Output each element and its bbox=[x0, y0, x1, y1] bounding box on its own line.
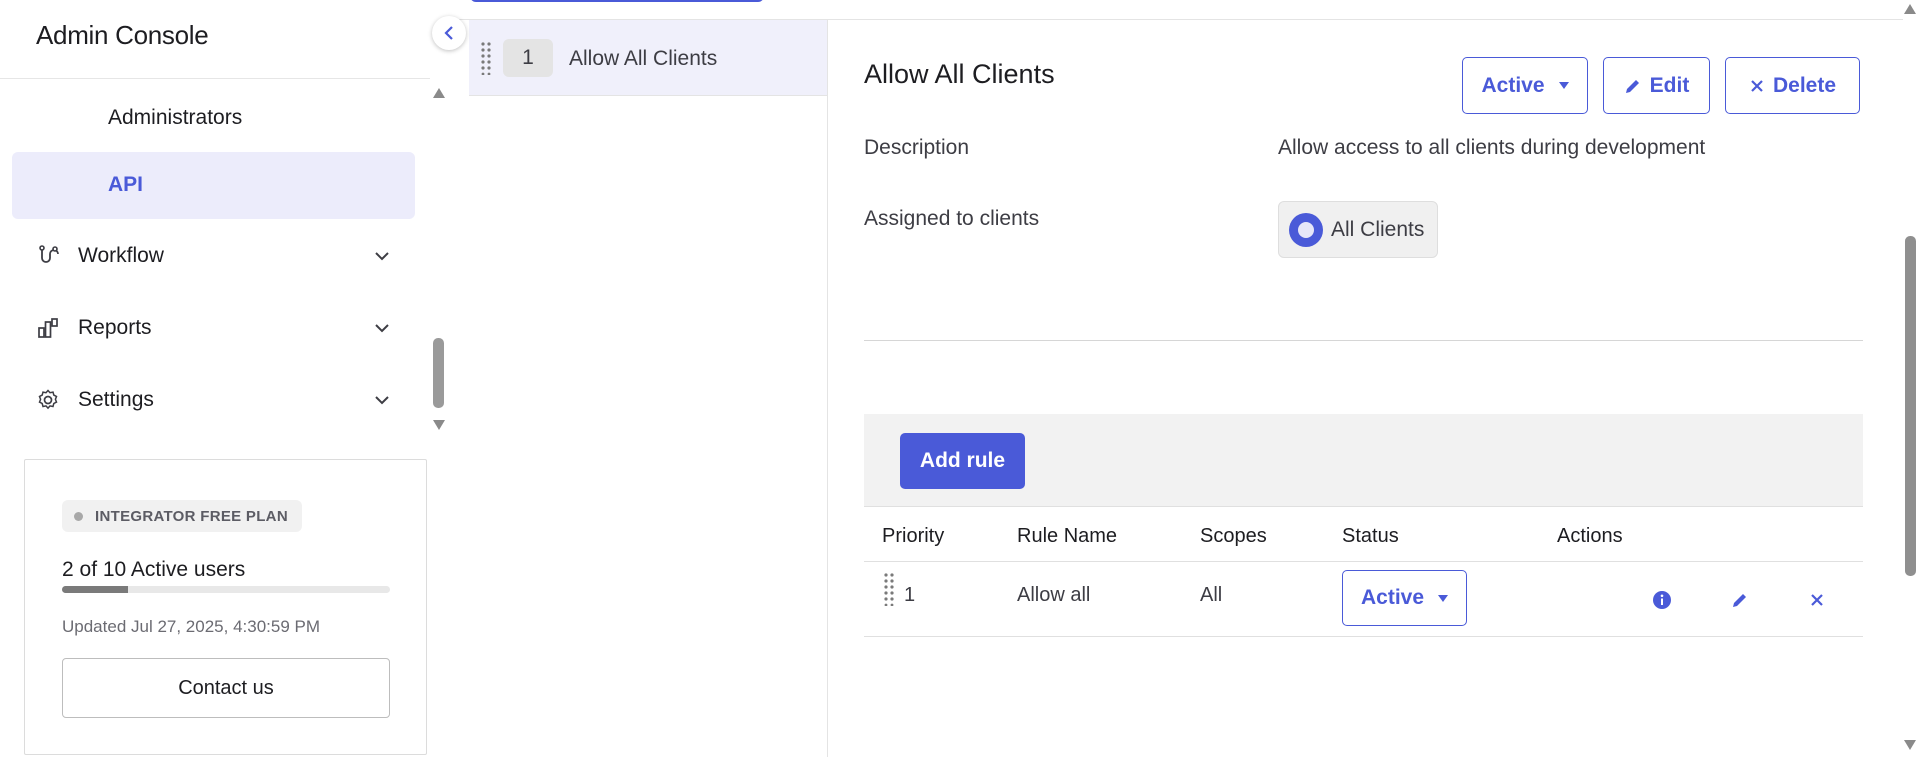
rule-priority: 1 bbox=[904, 584, 916, 606]
edit-label: Edit bbox=[1649, 73, 1690, 97]
sidebar-item-settings[interactable]: Settings bbox=[34, 380, 394, 420]
table-row: 1 Allow all All Active bbox=[864, 562, 1863, 637]
main-scrollbar-thumb[interactable] bbox=[1905, 236, 1916, 576]
sidebar-item-label: Reports bbox=[78, 316, 152, 339]
sidebar: Admin Console Administrators API Workflo… bbox=[0, 0, 451, 757]
sidebar-item-label: Settings bbox=[78, 388, 154, 411]
sidebar-scrollbar-thumb[interactable] bbox=[433, 338, 444, 408]
page-title: Allow All Clients bbox=[864, 59, 1055, 89]
caret-down-icon bbox=[1438, 594, 1449, 602]
policy-priority-badge: 1 bbox=[503, 39, 553, 77]
updated-timestamp: Updated Jul 27, 2025, 4:30:59 PM bbox=[62, 617, 321, 636]
scroll-down-arrow-icon[interactable] bbox=[432, 418, 446, 430]
column-header-priority[interactable]: Priority bbox=[882, 525, 944, 548]
rules-table-header: Priority Rule Name Scopes Status Actions bbox=[864, 506, 1863, 562]
sidebar-divider bbox=[0, 78, 430, 79]
delete-label: Delete bbox=[1772, 73, 1837, 97]
delete-button[interactable]: Delete bbox=[1725, 57, 1860, 114]
rule-name: Allow all bbox=[1017, 584, 1091, 606]
sidebar-item-reports[interactable]: Reports bbox=[34, 308, 394, 348]
status-dropdown-label: Active bbox=[1481, 73, 1545, 97]
close-icon bbox=[1749, 78, 1765, 94]
policy-list: 1 Allow All Clients bbox=[469, 20, 828, 757]
sidebar-item-label: API bbox=[108, 173, 144, 196]
drag-handle-icon[interactable] bbox=[882, 572, 896, 606]
sidebar-item-administrators[interactable]: Administrators bbox=[108, 106, 242, 130]
info-icon[interactable] bbox=[1648, 586, 1676, 614]
close-icon[interactable] bbox=[1803, 586, 1831, 614]
rule-status-dropdown[interactable]: Active bbox=[1342, 570, 1467, 626]
rule-scopes: All bbox=[1200, 584, 1223, 606]
chevron-down-icon[interactable] bbox=[370, 388, 394, 412]
policy-name: Allow All Clients bbox=[569, 47, 718, 70]
chevron-down-icon[interactable] bbox=[370, 316, 394, 340]
plan-badge: INTEGRATOR FREE PLAN bbox=[62, 500, 302, 532]
plan-badge-label: INTEGRATOR FREE PLAN bbox=[95, 507, 288, 525]
section-divider bbox=[864, 340, 1863, 341]
column-header-status[interactable]: Status bbox=[1342, 525, 1399, 548]
collapse-sidebar-button[interactable] bbox=[432, 16, 466, 50]
caret-down-icon bbox=[1558, 82, 1569, 89]
users-progress-fill bbox=[62, 586, 128, 593]
main-content: 1 Allow All Clients Allow All Clients Ac… bbox=[451, 0, 1918, 757]
reports-icon bbox=[34, 314, 62, 342]
scroll-up-arrow-icon[interactable] bbox=[432, 86, 446, 98]
column-header-rule-name[interactable]: Rule Name bbox=[1017, 525, 1117, 548]
sidebar-item-workflow[interactable]: Workflow bbox=[34, 236, 394, 276]
scroll-down-arrow-icon[interactable] bbox=[1903, 738, 1917, 750]
gear-icon bbox=[34, 386, 62, 414]
pencil-icon bbox=[1624, 77, 1642, 95]
top-button-fragment bbox=[470, 0, 764, 2]
rule-status-label: Active bbox=[1360, 586, 1425, 609]
drag-handle-icon[interactable] bbox=[479, 41, 493, 75]
rules-toolbar: Add rule bbox=[864, 414, 1863, 506]
add-rule-button[interactable]: Add rule bbox=[900, 433, 1025, 489]
sidebar-item-label: Workflow bbox=[78, 244, 164, 267]
chevron-down-icon[interactable] bbox=[370, 244, 394, 268]
contact-us-button[interactable]: Contact us bbox=[62, 658, 390, 718]
plan-card: INTEGRATOR FREE PLAN 2 of 10 Active user… bbox=[24, 459, 427, 755]
column-header-scopes[interactable]: Scopes bbox=[1200, 525, 1267, 548]
chevron-left-icon bbox=[443, 25, 455, 41]
client-chip: All Clients bbox=[1278, 201, 1438, 258]
column-header-actions: Actions bbox=[1557, 525, 1623, 547]
workflow-icon bbox=[34, 242, 62, 270]
active-users-count: 2 of 10 Active users bbox=[62, 558, 246, 581]
scroll-up-arrow-icon[interactable] bbox=[1903, 2, 1917, 14]
client-chip-label: All Clients bbox=[1331, 217, 1425, 241]
sidebar-item-api[interactable]: API bbox=[12, 152, 415, 219]
description-value: Allow access to all clients during devel… bbox=[1278, 136, 1706, 159]
description-label: Description bbox=[864, 136, 970, 159]
status-dot-icon bbox=[74, 511, 83, 521]
edit-button[interactable]: Edit bbox=[1603, 57, 1710, 114]
status-dropdown-button[interactable]: Active bbox=[1462, 57, 1588, 114]
policy-detail: Allow All Clients Active Edit Delete Des… bbox=[863, 20, 1863, 757]
assigned-clients-label: Assigned to clients bbox=[864, 207, 1040, 230]
radio-selected-icon bbox=[1289, 212, 1323, 247]
pencil-icon[interactable] bbox=[1726, 586, 1754, 614]
list-item[interactable]: 1 Allow All Clients bbox=[469, 20, 827, 96]
app-title: Admin Console bbox=[36, 20, 209, 50]
users-progress-bar bbox=[62, 586, 390, 593]
